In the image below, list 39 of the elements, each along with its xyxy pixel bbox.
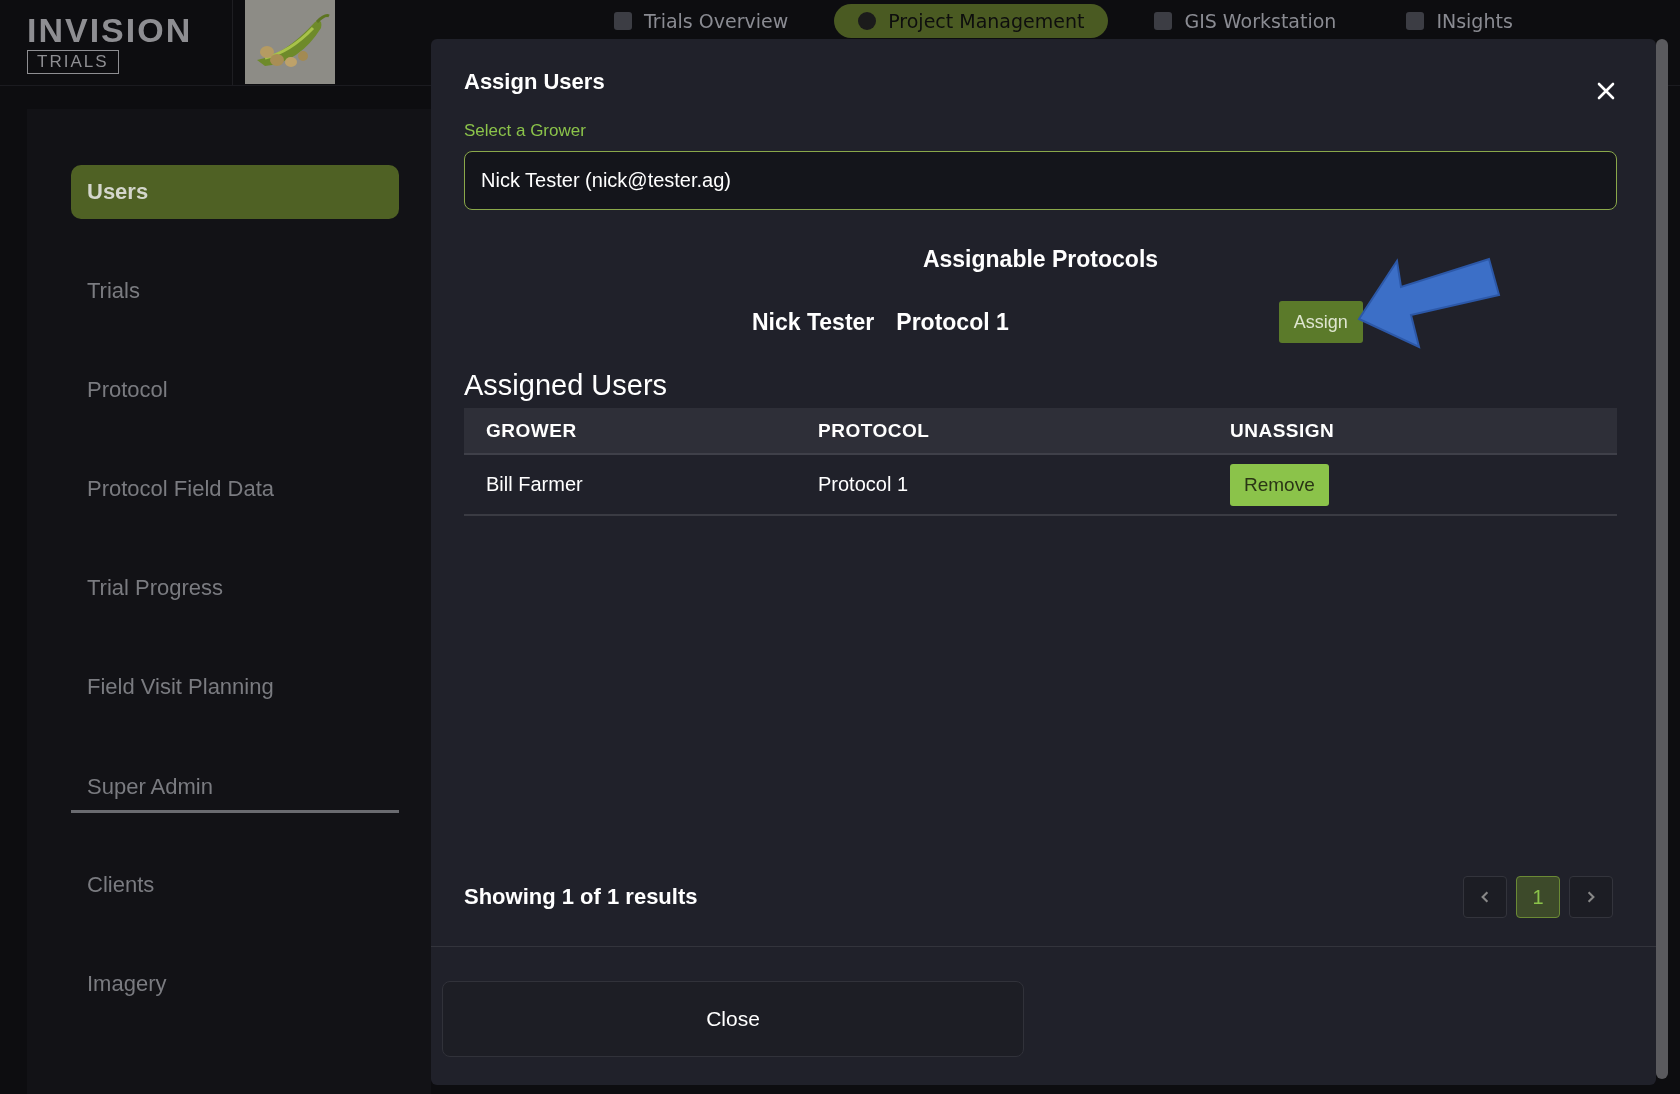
sidebar-item[interactable]: Users [71, 165, 399, 219]
nav-icon [614, 12, 632, 30]
close-button[interactable]: Close [442, 981, 1024, 1057]
close-icon[interactable] [1596, 81, 1616, 101]
column-header: UNASSIGN [1230, 419, 1335, 442]
modal-title: Assign Users [464, 69, 605, 95]
remove-button[interactable]: Remove [1230, 463, 1329, 506]
page-button[interactable]: 1 [1516, 876, 1560, 918]
nav-tab[interactable]: Project Management [834, 4, 1109, 38]
table-cell-text: Bill Farmer [485, 473, 584, 496]
sidebar-item[interactable]: Trial Progress [71, 561, 399, 615]
results-count: Showing 1 of 1 results [464, 884, 698, 910]
logo-subtitle: TRIALS [27, 50, 119, 74]
sidebar-item[interactable]: Imagery [71, 957, 399, 1011]
nav-icon [858, 12, 877, 30]
sidebar-item[interactable]: Protocol [71, 363, 399, 417]
nav-tab[interactable]: Trials Overview [590, 4, 813, 38]
column-header: GROWER [485, 419, 578, 442]
previous-page-button[interactable] [1463, 876, 1507, 918]
nav-tab[interactable]: INsights [1382, 4, 1537, 38]
nav-icon [1406, 12, 1425, 30]
grower-field[interactable]: Nick Tester (nick@tester.ag) [464, 151, 1617, 210]
sidebar-item[interactable]: Protocol Field Data [71, 462, 399, 516]
section-title: Assignable Protocols [922, 246, 1159, 273]
table-cell-text: Protocol 1 [818, 473, 910, 496]
sidebar-item[interactable]: Clients [71, 858, 399, 912]
sidebar-item[interactable]: Field Visit Planning [71, 660, 399, 714]
field-label: Select a Grower [464, 121, 586, 141]
next-page-button[interactable] [1569, 876, 1613, 918]
column-header: PROTOCOL [818, 419, 931, 442]
assign-button[interactable]: Assign [1278, 301, 1363, 343]
nav-tab[interactable]: GIS Workstation [1130, 4, 1361, 38]
protocol-name: Protocol 1 [896, 308, 1009, 336]
logo-title: INVISION [27, 12, 193, 48]
grower-name: Nick Tester [752, 308, 875, 336]
nav-icon [1154, 12, 1173, 30]
section-heading: Super Admin [71, 759, 399, 813]
sidebar-item[interactable]: Trials [71, 264, 399, 318]
section-title: Assigned Users [464, 369, 668, 402]
